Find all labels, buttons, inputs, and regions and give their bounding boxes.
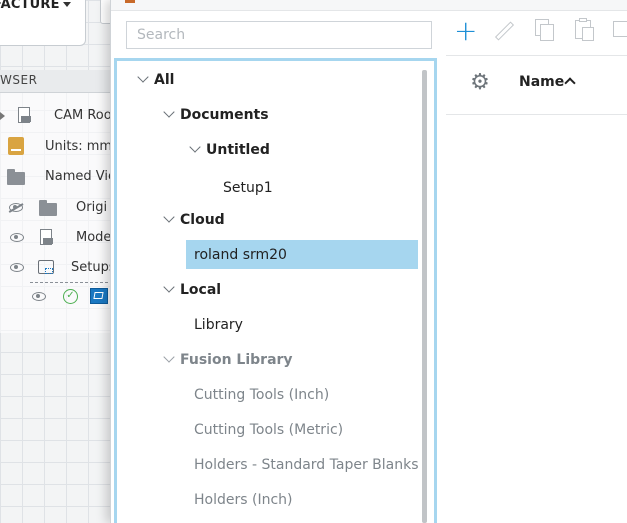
caret-right-icon[interactable] bbox=[0, 112, 5, 120]
duplicate-button[interactable] bbox=[610, 18, 627, 44]
tree-item-label: All bbox=[154, 72, 175, 88]
tool-toolbar: + bbox=[446, 12, 627, 52]
tree-item-label: Cutting Tools (Inch) bbox=[194, 387, 330, 403]
chevron-down-icon[interactable] bbox=[63, 2, 71, 7]
tree-item-label: Local bbox=[180, 282, 222, 298]
browser-item-named-views[interactable]: Named Vie bbox=[0, 166, 116, 188]
tree-item-label: Holders - Standard Taper Blanks bbox=[194, 457, 418, 473]
tree-item-label: Cloud bbox=[180, 212, 225, 228]
tree-item-untitled[interactable]: Untitled bbox=[131, 136, 421, 164]
name-column-header[interactable]: Name bbox=[519, 74, 564, 90]
browser-item-cam-root[interactable]: CAM Roo bbox=[0, 105, 113, 127]
document-icon bbox=[18, 107, 31, 123]
dialog-titlebar bbox=[111, 0, 627, 11]
edit-tool-button[interactable] bbox=[492, 18, 518, 44]
plus-icon: + bbox=[454, 14, 478, 47]
search-input[interactable] bbox=[126, 21, 432, 49]
eye-icon[interactable] bbox=[10, 263, 24, 272]
chevron-down-icon[interactable] bbox=[163, 106, 175, 118]
tree-item-label: Cutting Tools (Metric) bbox=[194, 422, 344, 438]
browser-item-label: Origi bbox=[76, 200, 108, 215]
tree-item-library[interactable]: Library bbox=[131, 311, 421, 339]
tool-table-header: ⚙ Name bbox=[446, 55, 627, 115]
workspace-label: FACTURE bbox=[0, 0, 60, 12]
add-tool-button[interactable]: + bbox=[450, 14, 478, 47]
tree-item-label: Untitled bbox=[206, 142, 270, 158]
check-circle-icon: ✓ bbox=[63, 289, 78, 304]
workspace-switcher[interactable]: FACTURE bbox=[0, 0, 86, 46]
browser-item-models[interactable]: Mode bbox=[0, 227, 113, 249]
tree-scrollbar[interactable] bbox=[422, 70, 427, 523]
chevron-down-icon[interactable] bbox=[163, 351, 175, 363]
eye-icon[interactable] bbox=[10, 233, 24, 242]
tree-item-label: Setup1 bbox=[223, 180, 273, 196]
tree-item-roland-srm20[interactable]: roland srm20 bbox=[186, 240, 418, 269]
browser-item-origin[interactable]: Origi bbox=[0, 197, 113, 219]
tree-item-cutting-tools-metric[interactable]: Cutting Tools (Metric) bbox=[131, 416, 421, 444]
tree-item-label: Library bbox=[194, 317, 243, 333]
setup-icon bbox=[90, 288, 108, 304]
copy-button[interactable] bbox=[532, 18, 558, 44]
browser-item-setups[interactable]: Setups bbox=[0, 257, 116, 279]
tree-item-documents[interactable]: Documents bbox=[131, 101, 421, 129]
pencil-icon bbox=[494, 21, 515, 41]
tree-item-label: Documents bbox=[180, 107, 269, 123]
browser-item-units[interactable]: Units: mm bbox=[0, 136, 113, 158]
tree-item-holders-inch[interactable]: Holders (Inch) bbox=[131, 486, 421, 514]
chevron-down-icon[interactable] bbox=[137, 71, 149, 83]
tree-item-cutting-tools-inch[interactable]: Cutting Tools (Inch) bbox=[131, 381, 421, 409]
tree-item-cloud[interactable]: Cloud bbox=[131, 206, 421, 234]
duplicate-icon bbox=[613, 21, 627, 37]
tree-item-label: roland srm20 bbox=[194, 247, 287, 263]
copy-icon-front bbox=[540, 24, 554, 41]
eye-off-icon[interactable] bbox=[9, 203, 23, 212]
eye-icon[interactable] bbox=[32, 292, 46, 301]
tree-item-fusion-library[interactable]: Fusion Library bbox=[131, 346, 421, 374]
app-icon bbox=[125, 0, 135, 3]
ruler-icon bbox=[8, 137, 24, 155]
folder-icon bbox=[39, 200, 57, 216]
chevron-down-icon[interactable] bbox=[189, 141, 201, 153]
chevron-down-icon[interactable] bbox=[163, 281, 175, 293]
chevron-down-icon[interactable] bbox=[163, 211, 175, 223]
browser-title: WSER bbox=[0, 73, 38, 87]
browser-header: WSER bbox=[0, 70, 113, 93]
gear-icon[interactable]: ⚙ bbox=[470, 72, 490, 94]
browser-item-setup[interactable]: ✓ bbox=[0, 286, 113, 308]
browser-item-label: Setups bbox=[71, 260, 116, 275]
clipboard-clip bbox=[579, 18, 587, 22]
setups-icon bbox=[38, 260, 54, 274]
tree-item-label: Fusion Library bbox=[180, 352, 293, 368]
paste-sheet bbox=[582, 27, 594, 41]
tool-library-dialog: All Documents Untitled Setup1 Cloud rola… bbox=[110, 0, 627, 523]
tree-item-holders-standard-taper-blanks[interactable]: Holders - Standard Taper Blanks bbox=[131, 451, 418, 479]
tree-item-label: Holders (Inch) bbox=[194, 492, 293, 508]
tree-item-all[interactable]: All bbox=[131, 66, 421, 94]
browser-item-label: CAM Roo bbox=[54, 108, 112, 123]
browser-item-label: Mode bbox=[76, 230, 112, 245]
tree-item-setup1[interactable]: Setup1 bbox=[131, 174, 421, 202]
browser-item-label: Units: mm bbox=[45, 139, 113, 154]
tree-item-local[interactable]: Local bbox=[131, 276, 421, 304]
sort-ascending-icon[interactable] bbox=[564, 77, 576, 89]
tree-connector bbox=[30, 282, 113, 283]
browser-tree: CAM Roo Units: mm Named Vie Origi Mode S… bbox=[0, 93, 116, 333]
browser-item-label: Named Vie bbox=[45, 169, 116, 184]
paste-button[interactable] bbox=[572, 18, 598, 44]
document-icon bbox=[40, 229, 53, 245]
folder-icon bbox=[7, 169, 25, 185]
